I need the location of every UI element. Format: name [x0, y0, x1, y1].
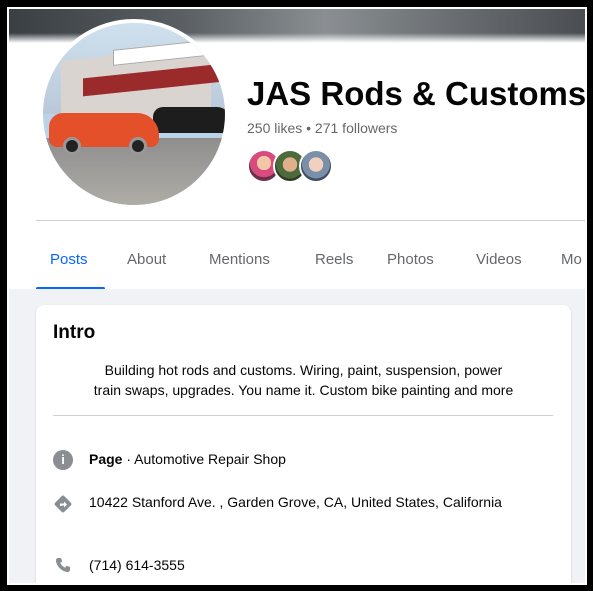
tab-label: Videos — [476, 251, 522, 268]
address-row: 10422 Stanford Ave. , Garden Grove, CA, … — [53, 492, 553, 536]
tab-posts[interactable]: Posts — [36, 235, 105, 290]
profile-picture[interactable] — [39, 19, 229, 209]
tab-label: Reels — [315, 251, 354, 268]
tab-mentions[interactable]: Mentions — [209, 235, 270, 287]
tab-about[interactable]: About — [127, 235, 166, 287]
profile-picture-black-car — [153, 107, 225, 133]
directions-icon — [54, 495, 72, 513]
tab-label: Mentions — [209, 251, 270, 268]
address-text[interactable]: 10422 Stanford Ave. , Garden Grove, CA, … — [89, 492, 529, 512]
page-tabs: Posts About Mentions Reels Photos Videos… — [36, 235, 585, 290]
category-text: Page · Automotive Repair Shop — [89, 449, 529, 469]
page-title: JAS Rods & Customs — [247, 75, 587, 112]
follower-avatars[interactable] — [247, 149, 347, 185]
category-row: i Page · Automotive Repair Shop — [53, 449, 553, 471]
info-icon: i — [53, 450, 73, 470]
header-divider — [36, 220, 585, 221]
intro-divider — [53, 415, 553, 416]
profile-picture-wheel — [129, 137, 147, 155]
tab-label: Photos — [387, 251, 434, 268]
intro-bio-line: train swaps, upgrades. You name it. Cust… — [93, 382, 514, 398]
intro-bio: Building hot rods and customs. Wiring, p… — [46, 360, 561, 400]
category-value[interactable]: · Automotive Repair Shop — [122, 451, 286, 467]
phone-icon — [54, 556, 72, 574]
likes-followers-count[interactable]: 250 likes • 271 followers — [247, 120, 397, 136]
intro-card: Intro Building hot rods and customs. Wir… — [36, 305, 571, 583]
tab-photos[interactable]: Photos — [387, 235, 434, 287]
phone-row: (714) 614-3555 — [53, 555, 553, 577]
tab-videos[interactable]: Videos — [476, 235, 522, 287]
tab-label: Posts — [50, 251, 88, 268]
avatar[interactable] — [299, 149, 333, 183]
window-frame: JAS Rods & Customs 250 likes • 271 follo… — [0, 0, 593, 591]
tab-label: Mo — [561, 251, 582, 268]
profile-picture-wheel — [63, 137, 81, 155]
intro-bio-line: Building hot rods and customs. Wiring, p… — [104, 362, 503, 378]
tab-label: About — [127, 251, 167, 268]
phone-text[interactable]: (714) 614-3555 — [89, 555, 529, 575]
page-viewport: JAS Rods & Customs 250 likes • 271 follo… — [7, 7, 587, 585]
tab-reels[interactable]: Reels — [315, 235, 353, 287]
tab-more[interactable]: Mo — [561, 235, 582, 287]
category-label[interactable]: Page — [89, 451, 122, 467]
intro-heading: Intro — [53, 322, 96, 343]
